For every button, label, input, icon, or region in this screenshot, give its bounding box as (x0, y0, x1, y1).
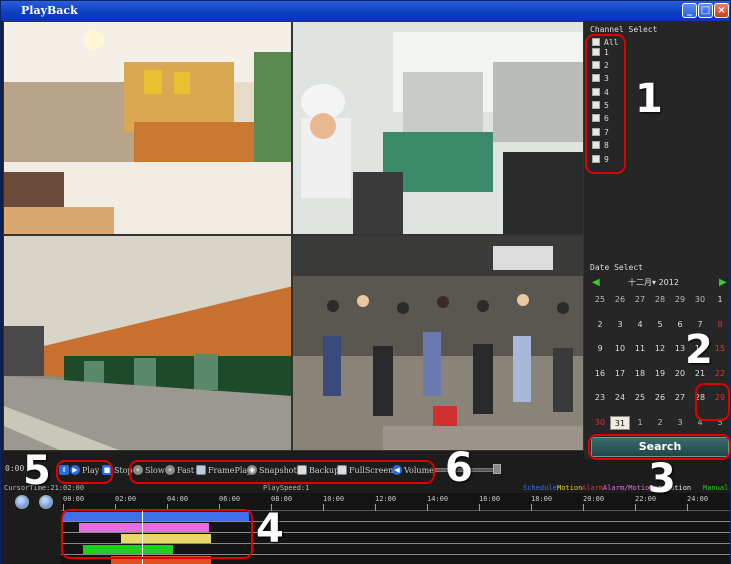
zoom-out-icon[interactable] (39, 495, 53, 509)
calendar-day[interactable]: 23 (590, 391, 610, 405)
minimize-button[interactable]: _ (682, 3, 697, 18)
calendar-day[interactable]: 27 (630, 293, 650, 307)
legend-motion: Motion (557, 484, 583, 492)
maximize-button[interactable]: □ (698, 3, 713, 18)
date-select-title: Date Select (590, 263, 643, 272)
calendar-day[interactable]: 9 (590, 342, 610, 356)
calendar-day[interactable]: 30 (590, 416, 610, 430)
ruler-tick-label: 04:00 (167, 495, 189, 503)
calendar-day[interactable]: 22 (710, 367, 730, 381)
annotation-number-5: 5 (23, 448, 51, 494)
ruler-tick-label: 02:00 (115, 495, 137, 503)
ruler-tick-mark (479, 504, 480, 511)
time-display: 0:00 (5, 464, 25, 473)
ruler-tick-label: 16:00 (479, 495, 501, 503)
annotation-oval-6 (129, 460, 435, 484)
calendar-day[interactable]: 24 (610, 391, 630, 405)
hotel-lobby-scene (4, 22, 291, 234)
calendar-day[interactable]: 31 (610, 415, 630, 430)
legend-alarm-motion: Alarm/Motion (603, 484, 654, 492)
annotation-number-1: 1 (635, 76, 663, 122)
ruler-tick-mark (427, 504, 428, 511)
calendar-header: ◀ 十二月▾ 2012 ▶ (590, 277, 730, 289)
ruler-tick-label: 06:00 (219, 495, 241, 503)
video-channel-4[interactable] (292, 235, 584, 451)
calendar-day[interactable]: 27 (670, 391, 690, 405)
ruler-tick-label: 24:00 (687, 495, 709, 503)
calendar-day[interactable]: 12 (650, 342, 670, 356)
factory-worker-scene (293, 22, 583, 234)
calendar-day[interactable]: 19 (650, 367, 670, 381)
legend-alarm: Alarm (582, 484, 604, 492)
calendar-day[interactable]: 8 (710, 318, 730, 332)
calendar-day[interactable]: 10 (610, 342, 630, 356)
ruler-tick-mark (323, 504, 324, 511)
annotation-number-4: 4 (256, 506, 284, 552)
calendar-day[interactable]: 29 (670, 293, 690, 307)
calendar-day[interactable]: 1 (630, 416, 650, 430)
calendar-day[interactable]: 30 (690, 293, 710, 307)
video-channel-2[interactable] (292, 21, 584, 235)
prev-month-icon[interactable]: ◀ (592, 277, 600, 289)
calendar-day[interactable]: 28 (650, 293, 670, 307)
channel-select-title: Channel Select (590, 25, 658, 34)
ruler-tick-label: 00:00 (63, 495, 85, 503)
legend-schedule: Schedule (523, 484, 557, 492)
close-button[interactable]: × (714, 3, 729, 18)
ruler-tick-label: 20:00 (583, 495, 605, 503)
ruler-tick-label: 12:00 (375, 495, 397, 503)
calendar-day[interactable]: 1 (710, 293, 730, 307)
calendar-day[interactable]: 15 (710, 342, 730, 356)
calendar-day[interactable]: 4 (630, 318, 650, 332)
ruler-tick-label: 18:00 (531, 495, 553, 503)
annotation-oval-5 (56, 460, 113, 484)
calendar-month[interactable]: 十二月▾ 2012 (628, 277, 679, 289)
calendar-day[interactable]: 25 (590, 293, 610, 307)
ruler-tick-mark (583, 504, 584, 511)
video-channel-3[interactable] (3, 235, 292, 451)
calendar-day[interactable]: 26 (650, 391, 670, 405)
window-title: PlayBack (21, 4, 78, 17)
calendar-day[interactable]: 2 (650, 416, 670, 430)
subway-platform-scene (4, 236, 291, 450)
calendar-day[interactable]: 25 (630, 391, 650, 405)
ruler-tick-mark (375, 504, 376, 511)
ruler-tick-mark (687, 504, 688, 511)
ruler-tick-mark (635, 504, 636, 511)
calendar-day[interactable]: 5 (650, 318, 670, 332)
title-bar: PlayBack _ □ × (1, 1, 730, 21)
calendar-day[interactable]: 3 (670, 416, 690, 430)
playback-window: PlayBack _ □ × Channel Select All 1 2 3 … (0, 0, 731, 564)
ruler-tick-label: 10:00 (323, 495, 345, 503)
annotation-oval-2 (695, 383, 730, 421)
calendar-day[interactable]: 3 (610, 318, 630, 332)
annotation-number-3: 3 (648, 456, 676, 502)
ruler-tick-mark (531, 504, 532, 511)
calendar-day[interactable]: 2 (590, 318, 610, 332)
ruler-tick-label: 08:00 (271, 495, 293, 503)
calendar-day[interactable]: 11 (630, 342, 650, 356)
calendar-day[interactable]: 16 (590, 367, 610, 381)
next-month-icon[interactable]: ▶ (719, 277, 727, 289)
legend-manual: Manual (703, 484, 729, 492)
calendar-day[interactable]: 18 (630, 367, 650, 381)
play-speed: PlaySpeed:1 (263, 484, 310, 492)
annotation-oval-1 (585, 34, 626, 174)
annotation-number-6: 6 (445, 445, 473, 491)
calendar-day[interactable]: 17 (610, 367, 630, 381)
annotation-oval-4 (61, 509, 253, 559)
annotation-number-2: 2 (685, 327, 713, 373)
video-channel-1[interactable] (3, 21, 292, 235)
crowd-crossing-scene (293, 236, 583, 450)
volume-slider-handle[interactable] (493, 464, 501, 474)
ruler-tick-label: 14:00 (427, 495, 449, 503)
zoom-in-icon[interactable] (15, 495, 29, 509)
calendar-day[interactable]: 26 (610, 293, 630, 307)
